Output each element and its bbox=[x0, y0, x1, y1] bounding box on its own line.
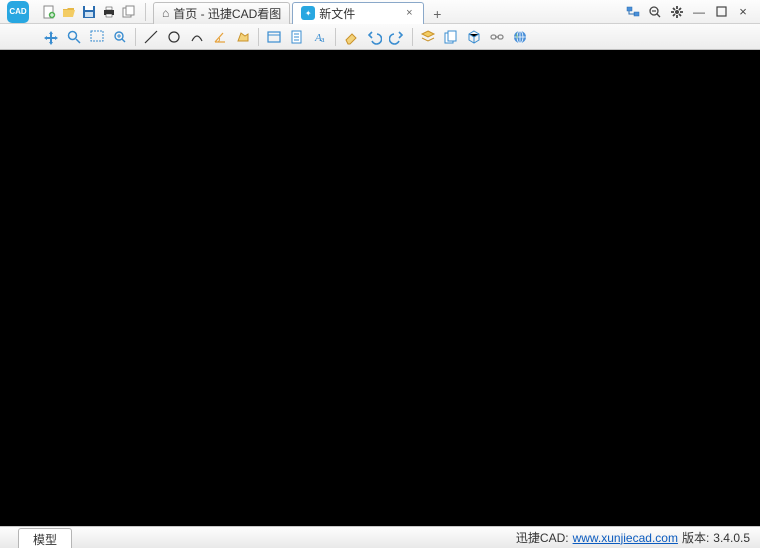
print-button[interactable] bbox=[100, 3, 118, 21]
pan-icon bbox=[43, 29, 59, 45]
divider bbox=[145, 3, 146, 21]
new-file-button[interactable] bbox=[40, 3, 58, 21]
main-toolbar: Aa bbox=[0, 24, 760, 50]
globe-icon bbox=[512, 29, 528, 45]
globe-tool[interactable] bbox=[509, 26, 531, 48]
zoom-tool[interactable] bbox=[63, 26, 85, 48]
print-icon bbox=[102, 5, 116, 19]
layers-icon bbox=[420, 29, 436, 45]
tab-home[interactable]: ⌂ 首页 - 迅捷CAD看图 bbox=[153, 2, 290, 24]
app-logo-icon: CAD bbox=[7, 1, 29, 23]
arc-icon bbox=[189, 29, 205, 45]
window-icon bbox=[266, 29, 282, 45]
zoom-out-button[interactable] bbox=[646, 4, 664, 20]
toolbar-divider bbox=[335, 28, 336, 46]
tab-document-active[interactable]: ✦ 新文件 × bbox=[292, 2, 424, 24]
settings-button[interactable] bbox=[668, 4, 686, 20]
cube-icon bbox=[466, 29, 482, 45]
home-icon: ⌂ bbox=[162, 6, 169, 20]
magnifier-icon bbox=[66, 29, 82, 45]
erase-tool[interactable] bbox=[340, 26, 362, 48]
circle-icon bbox=[166, 29, 182, 45]
batch-button[interactable] bbox=[120, 3, 138, 21]
new-file-icon bbox=[42, 5, 56, 19]
maximize-icon bbox=[716, 6, 727, 17]
measure-distance-tool[interactable] bbox=[140, 26, 162, 48]
undo-button[interactable] bbox=[363, 26, 385, 48]
network-icon bbox=[626, 6, 640, 18]
version-value: 3.4.0.5 bbox=[713, 531, 750, 545]
eraser-icon bbox=[343, 29, 359, 45]
minimize-button[interactable]: — bbox=[690, 4, 708, 20]
document-icon: ✦ bbox=[301, 6, 315, 20]
drawing-viewport[interactable] bbox=[0, 50, 760, 526]
status-info: 迅捷CAD: www.xunjiecad.com 版本: 3.4.0.5 bbox=[516, 529, 760, 546]
batch-icon bbox=[122, 5, 136, 19]
page-icon bbox=[289, 29, 305, 45]
window-controls: — × bbox=[616, 4, 760, 20]
zoom-extents-icon bbox=[112, 29, 128, 45]
redo-button[interactable] bbox=[386, 26, 408, 48]
copy-tool[interactable] bbox=[440, 26, 462, 48]
line-icon bbox=[143, 29, 159, 45]
zoom-window-icon bbox=[89, 29, 105, 45]
measure-angle-tool[interactable] bbox=[209, 26, 231, 48]
area-icon bbox=[235, 29, 251, 45]
network-button[interactable] bbox=[624, 4, 642, 20]
status-bar: 模型 迅捷CAD: www.xunjiecad.com 版本: 3.4.0.5 bbox=[0, 526, 760, 548]
zoom-window-tool[interactable] bbox=[86, 26, 108, 48]
toolbar-divider bbox=[412, 28, 413, 46]
maximize-button[interactable] bbox=[712, 4, 730, 20]
open-file-button[interactable] bbox=[60, 3, 78, 21]
magnifier-minus-icon bbox=[648, 5, 662, 19]
tab-label: 首页 - 迅捷CAD看图 bbox=[173, 5, 281, 22]
quick-access-toolbar bbox=[36, 3, 142, 21]
measure-arc-tool[interactable] bbox=[186, 26, 208, 48]
tab-bar: ⌂ 首页 - 迅捷CAD看图 ✦ 新文件 × + bbox=[149, 0, 616, 24]
titlebar: CAD ⌂ 首页 - 迅捷CAD看图 ✦ 新文件 × + bbox=[0, 0, 760, 24]
folder-open-icon bbox=[62, 5, 76, 19]
brand-link[interactable]: www.xunjiecad.com bbox=[573, 531, 678, 545]
text-icon: Aa bbox=[312, 29, 328, 45]
redo-icon bbox=[389, 29, 405, 45]
app-logo: CAD bbox=[0, 0, 36, 24]
utility-tool[interactable] bbox=[486, 26, 508, 48]
toolbar-divider bbox=[258, 28, 259, 46]
pan-tool[interactable] bbox=[40, 26, 62, 48]
text-tool[interactable]: Aa bbox=[309, 26, 331, 48]
toolbar-divider bbox=[135, 28, 136, 46]
version-label: 版本: bbox=[682, 529, 709, 546]
copy-icon bbox=[443, 29, 459, 45]
save-icon bbox=[82, 5, 96, 19]
brand-label: 迅捷CAD: bbox=[516, 529, 569, 546]
layers-tool[interactable] bbox=[417, 26, 439, 48]
close-window-button[interactable]: × bbox=[734, 4, 752, 20]
chain-icon bbox=[489, 29, 505, 45]
model-tab[interactable]: 模型 bbox=[18, 528, 72, 548]
block-tool[interactable] bbox=[463, 26, 485, 48]
tab-label: 新文件 bbox=[319, 5, 355, 22]
angle-icon bbox=[212, 29, 228, 45]
page-tool[interactable] bbox=[286, 26, 308, 48]
layer-tool[interactable] bbox=[263, 26, 285, 48]
measure-area-tool[interactable] bbox=[232, 26, 254, 48]
zoom-extents-tool[interactable] bbox=[109, 26, 131, 48]
svg-text:a: a bbox=[321, 35, 325, 44]
measure-radius-tool[interactable] bbox=[163, 26, 185, 48]
new-tab-button[interactable]: + bbox=[426, 4, 448, 24]
save-button[interactable] bbox=[80, 3, 98, 21]
undo-icon bbox=[366, 29, 382, 45]
gear-icon bbox=[670, 5, 684, 19]
tab-close-button[interactable]: × bbox=[403, 7, 415, 19]
